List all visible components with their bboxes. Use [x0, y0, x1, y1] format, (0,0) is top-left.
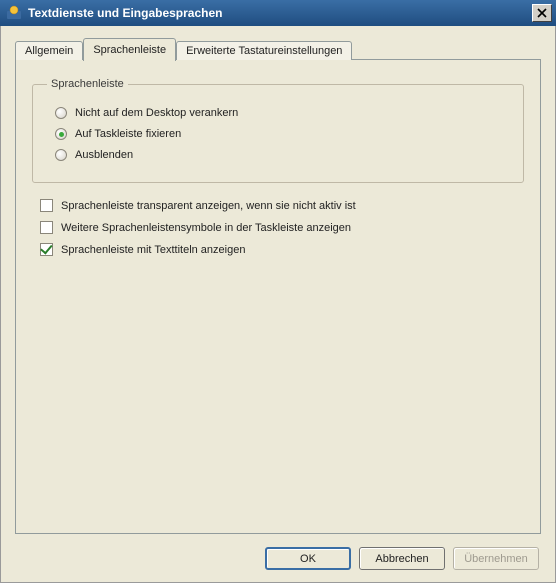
close-button[interactable] — [532, 4, 552, 22]
group-sprachenleiste: Sprachenleiste Nicht auf dem Desktop ver… — [32, 78, 524, 183]
radio-not-docked-input[interactable] — [55, 107, 67, 119]
tab-general[interactable]: Allgemein — [15, 41, 83, 60]
radio-not-docked[interactable]: Nicht auf dem Desktop verankern — [55, 107, 509, 119]
ok-button-label: OK — [300, 553, 316, 565]
radio-hide[interactable]: Ausblenden — [55, 149, 509, 161]
tab-advanced-keyboard[interactable]: Erweiterte Tastatureinstellungen — [176, 41, 352, 60]
tab-languagebar-label: Sprachenleiste — [93, 44, 166, 56]
tab-languagebar[interactable]: Sprachenleiste — [83, 38, 176, 61]
window-title: Textdienste und Eingabesprachen — [28, 6, 532, 20]
tab-general-label: Allgemein — [25, 45, 73, 57]
tab-strip: Allgemein Sprachenleiste Erweiterte Tast… — [15, 38, 352, 60]
tab-advanced-label: Erweiterte Tastatureinstellungen — [186, 45, 342, 57]
cancel-button[interactable]: Abbrechen — [359, 547, 445, 570]
dialog-buttons: OK Abbrechen Übernehmen — [265, 547, 539, 570]
title-bar: Textdienste und Eingabesprachen — [0, 0, 556, 26]
check-extra-icons-label: Weitere Sprachenleistensymbole in der Ta… — [61, 222, 351, 234]
radio-dock-taskbar-label: Auf Taskleiste fixieren — [75, 128, 181, 140]
check-text-labels[interactable]: Sprachenleiste mit Texttiteln anzeigen — [40, 243, 524, 256]
radio-hide-input[interactable] — [55, 149, 67, 161]
ok-button[interactable]: OK — [265, 547, 351, 570]
cancel-button-label: Abbrechen — [375, 553, 428, 565]
group-legend: Sprachenleiste — [47, 78, 128, 90]
check-transparent-input[interactable] — [40, 199, 53, 212]
check-extra-icons[interactable]: Weitere Sprachenleistensymbole in der Ta… — [40, 221, 524, 234]
radio-not-docked-label: Nicht auf dem Desktop verankern — [75, 107, 238, 119]
apply-button: Übernehmen — [453, 547, 539, 570]
radio-hide-label: Ausblenden — [75, 149, 133, 161]
radio-dock-taskbar-input[interactable] — [55, 128, 67, 140]
check-transparent-label: Sprachenleiste transparent anzeigen, wen… — [61, 200, 356, 212]
check-text-labels-label: Sprachenleiste mit Texttiteln anzeigen — [61, 244, 245, 256]
dialog-client: Allgemein Sprachenleiste Erweiterte Tast… — [0, 26, 556, 583]
check-extra-icons-input[interactable] — [40, 221, 53, 234]
radio-dock-taskbar[interactable]: Auf Taskleiste fixieren — [55, 128, 509, 140]
check-text-labels-input[interactable] — [40, 243, 53, 256]
check-transparent[interactable]: Sprachenleiste transparent anzeigen, wen… — [40, 199, 524, 212]
tab-panel: Sprachenleiste Nicht auf dem Desktop ver… — [15, 59, 541, 534]
app-icon — [6, 5, 22, 21]
apply-button-label: Übernehmen — [464, 553, 528, 565]
